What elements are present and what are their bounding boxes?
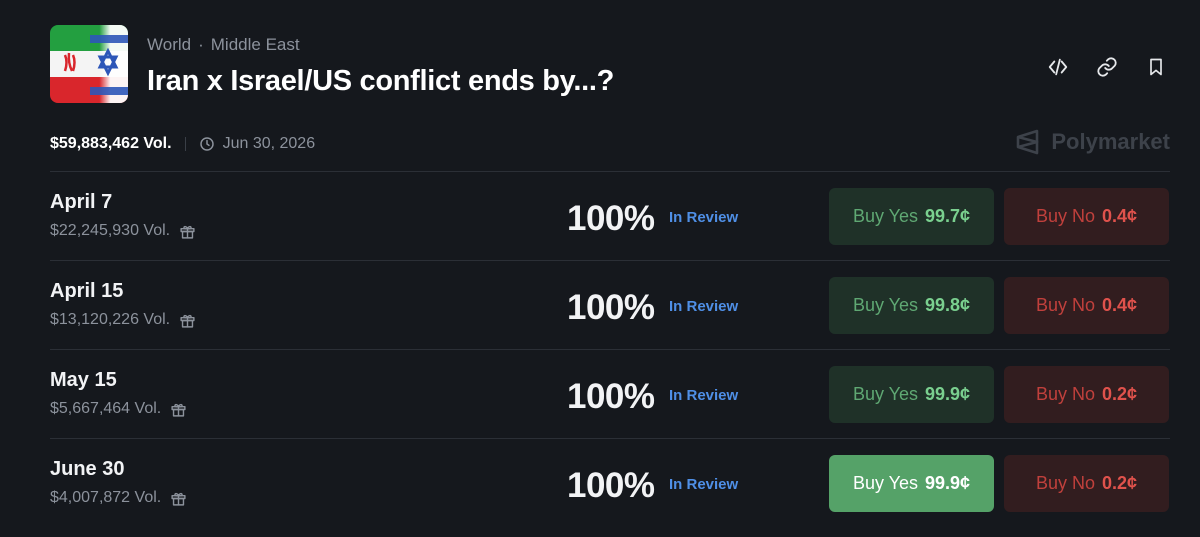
buy-yes-label: Buy Yes [852, 473, 918, 493]
total-volume: $59,883,462 Vol. [50, 135, 172, 152]
header-actions [1044, 53, 1170, 81]
market-meta: $59,883,462 Vol. Jun 30, 2026 [50, 135, 315, 153]
buy-no-price: 0.2¢ [1101, 384, 1138, 404]
outcome-probability: 100% [567, 377, 655, 416]
code-icon [1048, 58, 1068, 76]
polymarket-logo: Polymarket [1015, 128, 1170, 156]
outcome-row[interactable]: April 15 $13,120,226 Vol. 100% In Review… [50, 260, 1170, 349]
market-header: World · Middle East Iran x Israel/US con… [50, 25, 1170, 105]
gift-icon[interactable] [179, 312, 196, 329]
outcome-row[interactable]: May 15 $5,667,464 Vol. 100% In Review Bu… [50, 349, 1170, 438]
buy-no-label: Buy No [1035, 384, 1095, 404]
outcome-label: April 15 [50, 280, 124, 302]
outcome-volume: $5,667,464 Vol. [50, 400, 187, 418]
outcome-status: In Review [669, 298, 739, 315]
buy-no-label: Buy No [1035, 473, 1095, 493]
outcome-probability: 100% [567, 199, 655, 238]
outcome-list: April 7 $22,245,930 Vol. 100% In Review … [50, 171, 1170, 527]
link-icon [1097, 57, 1117, 77]
outcome-probability: 100% [567, 466, 655, 505]
buy-yes-label: Buy Yes [852, 384, 918, 404]
outcome-volume-text: $13,120,226 Vol. [50, 311, 171, 328]
buy-no-label: Buy No [1035, 295, 1095, 315]
buy-yes-label: Buy Yes [852, 295, 918, 315]
gift-icon[interactable] [170, 490, 187, 507]
outcome-row[interactable]: April 7 $22,245,930 Vol. 100% In Review … [50, 171, 1170, 260]
outcome-volume: $4,007,872 Vol. [50, 489, 187, 507]
breadcrumb-world[interactable]: World [147, 35, 191, 55]
outcome-status: In Review [669, 209, 739, 226]
buy-no-button[interactable]: Buy No 0.2¢ [1004, 366, 1169, 423]
buy-yes-price: 99.9¢ [925, 384, 971, 404]
breadcrumb-middle-east[interactable]: Middle East [211, 35, 300, 55]
buy-yes-button[interactable]: Buy Yes 99.7¢ [829, 188, 994, 245]
buy-no-price: 0.2¢ [1101, 473, 1138, 493]
bookmark-icon [1150, 58, 1162, 76]
buy-no-label: Buy No [1035, 206, 1095, 226]
copy-link-button[interactable] [1093, 53, 1121, 81]
buy-yes-price: 99.7¢ [925, 206, 971, 226]
buy-no-price: 0.4¢ [1101, 295, 1138, 315]
buy-no-button[interactable]: Buy No 0.2¢ [1004, 455, 1169, 512]
buy-no-button[interactable]: Buy No 0.4¢ [1004, 277, 1169, 334]
outcome-status: In Review [669, 387, 739, 404]
outcome-label: June 30 [50, 458, 125, 480]
buy-yes-label: Buy Yes [852, 206, 918, 226]
buy-yes-button[interactable]: Buy Yes 99.9¢ [829, 455, 994, 512]
buy-no-price: 0.4¢ [1101, 206, 1138, 226]
meta-divider [184, 137, 186, 151]
page-title: Iran x Israel/US conflict ends by...? [147, 65, 615, 97]
end-date: Jun 30, 2026 [199, 135, 316, 153]
embed-button[interactable] [1044, 53, 1072, 81]
end-date-text: Jun 30, 2026 [222, 135, 316, 152]
outcome-label: April 7 [50, 191, 113, 213]
buy-yes-button[interactable]: Buy Yes 99.8¢ [829, 277, 994, 334]
outcome-volume-text: $5,667,464 Vol. [50, 400, 162, 417]
breadcrumb: World · Middle East [147, 35, 300, 55]
outcome-probability: 100% [567, 288, 655, 327]
buy-yes-price: 99.8¢ [925, 295, 971, 315]
market-page: World · Middle East Iran x Israel/US con… [0, 0, 1200, 537]
bookmark-button[interactable] [1142, 53, 1170, 81]
outcome-status: In Review [669, 476, 739, 493]
outcome-volume-text: $4,007,872 Vol. [50, 489, 162, 506]
buy-yes-price: 99.9¢ [925, 473, 971, 493]
brand-name: Polymarket [1051, 129, 1170, 154]
outcome-label: May 15 [50, 369, 117, 391]
breadcrumb-separator: · [198, 35, 204, 54]
outcome-row[interactable]: June 30 $4,007,872 Vol. 100% In Review B… [50, 438, 1170, 527]
outcome-volume-text: $22,245,930 Vol. [50, 222, 171, 239]
gift-icon[interactable] [170, 401, 187, 418]
polymarket-icon [1017, 129, 1039, 155]
buy-yes-button[interactable]: Buy Yes 99.9¢ [829, 366, 994, 423]
outcome-volume: $13,120,226 Vol. [50, 311, 196, 329]
clock-icon [199, 137, 214, 151]
outcome-volume: $22,245,930 Vol. [50, 222, 196, 240]
market-image [50, 25, 128, 103]
buy-no-button[interactable]: Buy No 0.4¢ [1004, 188, 1169, 245]
gift-icon[interactable] [179, 223, 196, 240]
